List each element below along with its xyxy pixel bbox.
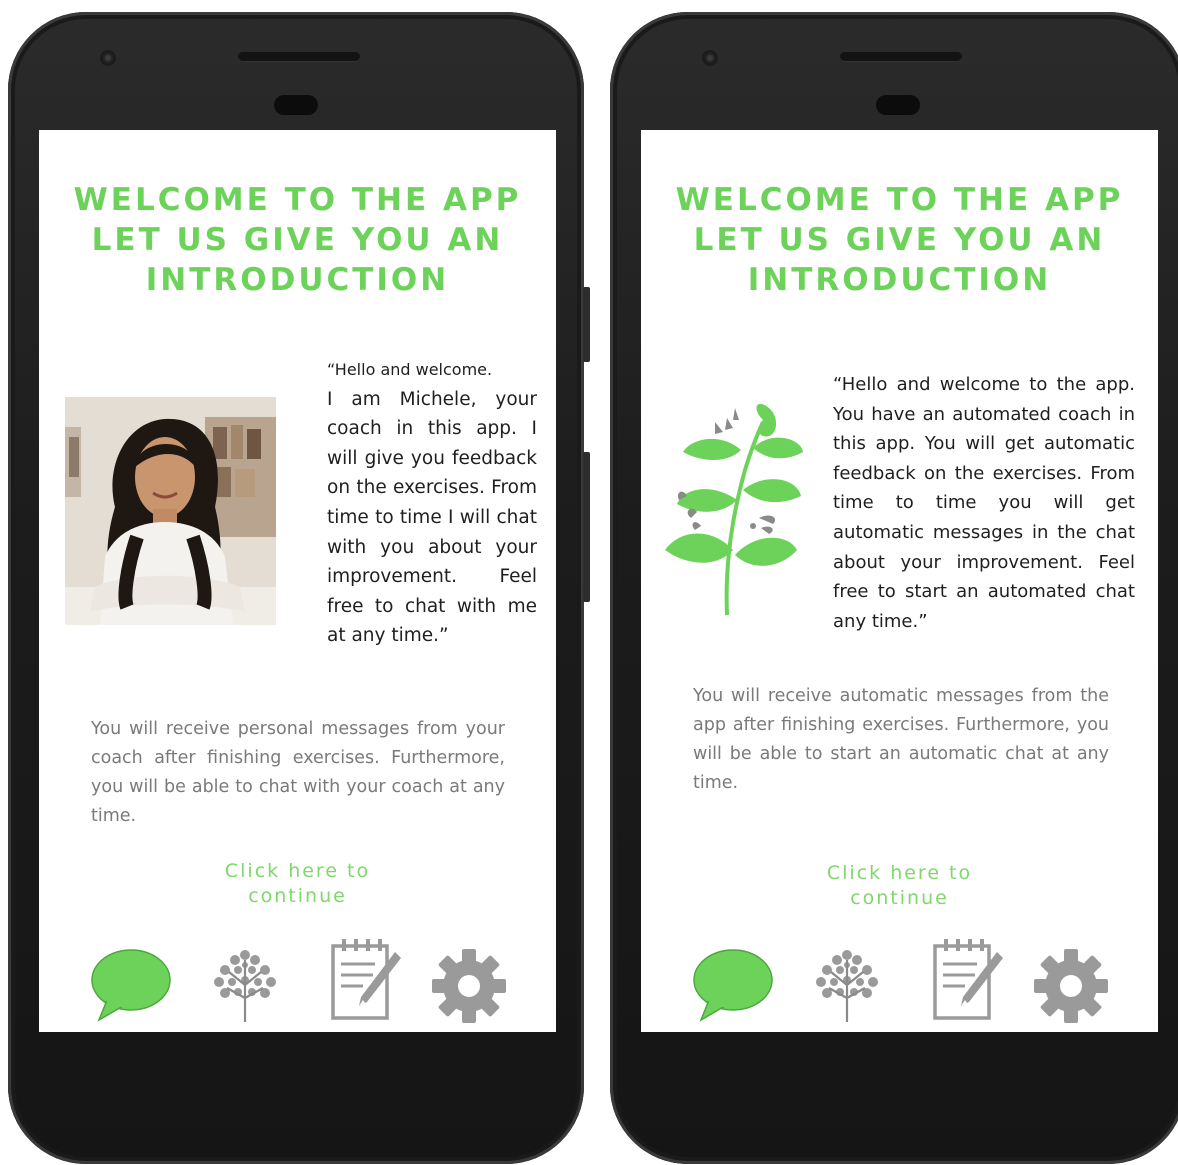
- notepad-pencil-icon: [331, 939, 401, 1020]
- coach-intro-quote: “Hello and welcome to the app. You have …: [833, 374, 1135, 632]
- continue-link-line: continue: [248, 885, 347, 907]
- intro-screen-automated-coach: WELCOME TO THE APP LET US GIVE YOU AN IN…: [641, 130, 1158, 1032]
- volume-button: [583, 287, 590, 362]
- front-camera-icon: [100, 50, 116, 66]
- nav-progress-button[interactable]: [205, 930, 285, 1025]
- intro-description: You will receive automatic messages from…: [693, 686, 1109, 793]
- continue-link[interactable]: Click here to continue: [39, 859, 556, 909]
- coach-photo: [65, 397, 276, 625]
- bottom-navigation: [641, 930, 1158, 1025]
- earpiece-speaker: [840, 52, 962, 61]
- title-line: LET US GIVE YOU AN: [693, 222, 1106, 258]
- phone-frame-right: WELCOME TO THE APP LET US GIVE YOU AN IN…: [610, 12, 1178, 1164]
- tree-icon: [816, 950, 878, 1022]
- tree-icon: [214, 950, 276, 1022]
- coach-intro-quote: “Hello and welcome. I am Michele, your c…: [327, 355, 537, 651]
- plant-illustration: [661, 400, 811, 620]
- notepad-pencil-icon: [933, 939, 1003, 1020]
- bottom-navigation: [39, 930, 556, 1025]
- proximity-sensor: [876, 95, 920, 115]
- continue-link-line: Click here to: [224, 860, 371, 882]
- continue-link-line: Click here to: [826, 862, 973, 884]
- earpiece-speaker: [238, 52, 360, 61]
- gear-icon: [432, 949, 506, 1023]
- continue-link[interactable]: Click here to continue: [641, 861, 1158, 911]
- title-line: WELCOME TO THE APP: [73, 182, 522, 218]
- nav-progress-button[interactable]: [807, 930, 887, 1025]
- gear-icon: [1034, 949, 1108, 1023]
- title-line: INTRODUCTION: [145, 262, 450, 298]
- intro-description: You will receive personal messages from …: [91, 719, 505, 826]
- page-title: WELCOME TO THE APP LET US GIVE YOU AN IN…: [641, 180, 1158, 300]
- quote-greeting: “Hello and welcome.: [327, 360, 493, 379]
- power-button: [583, 452, 590, 602]
- nav-settings-button[interactable]: [1033, 930, 1113, 1025]
- nav-chat-button[interactable]: [89, 930, 173, 1025]
- coach-portrait-icon: [65, 397, 276, 625]
- title-line: LET US GIVE YOU AN: [91, 222, 504, 258]
- nav-chat-button[interactable]: [691, 930, 775, 1025]
- page-title: WELCOME TO THE APP LET US GIVE YOU AN IN…: [39, 180, 556, 300]
- phone-frame-left: WELCOME TO THE APP LET US GIVE YOU AN IN…: [8, 12, 590, 1164]
- intro-screen-human-coach: WELCOME TO THE APP LET US GIVE YOU AN IN…: [39, 130, 556, 1032]
- nav-settings-button[interactable]: [431, 930, 511, 1025]
- nav-exercises-button[interactable]: [927, 930, 1007, 1025]
- leaf-sprout-icon: [665, 403, 803, 616]
- front-camera-icon: [702, 50, 718, 66]
- title-line: WELCOME TO THE APP: [675, 182, 1124, 218]
- chat-bubble-icon: [91, 949, 171, 1022]
- quote-body: I am Michele, your coach in this app. I …: [327, 388, 537, 647]
- title-line: INTRODUCTION: [747, 262, 1052, 298]
- chat-bubble-icon: [693, 949, 773, 1022]
- proximity-sensor: [274, 95, 318, 115]
- continue-link-line: continue: [850, 887, 949, 909]
- nav-exercises-button[interactable]: [325, 930, 405, 1025]
